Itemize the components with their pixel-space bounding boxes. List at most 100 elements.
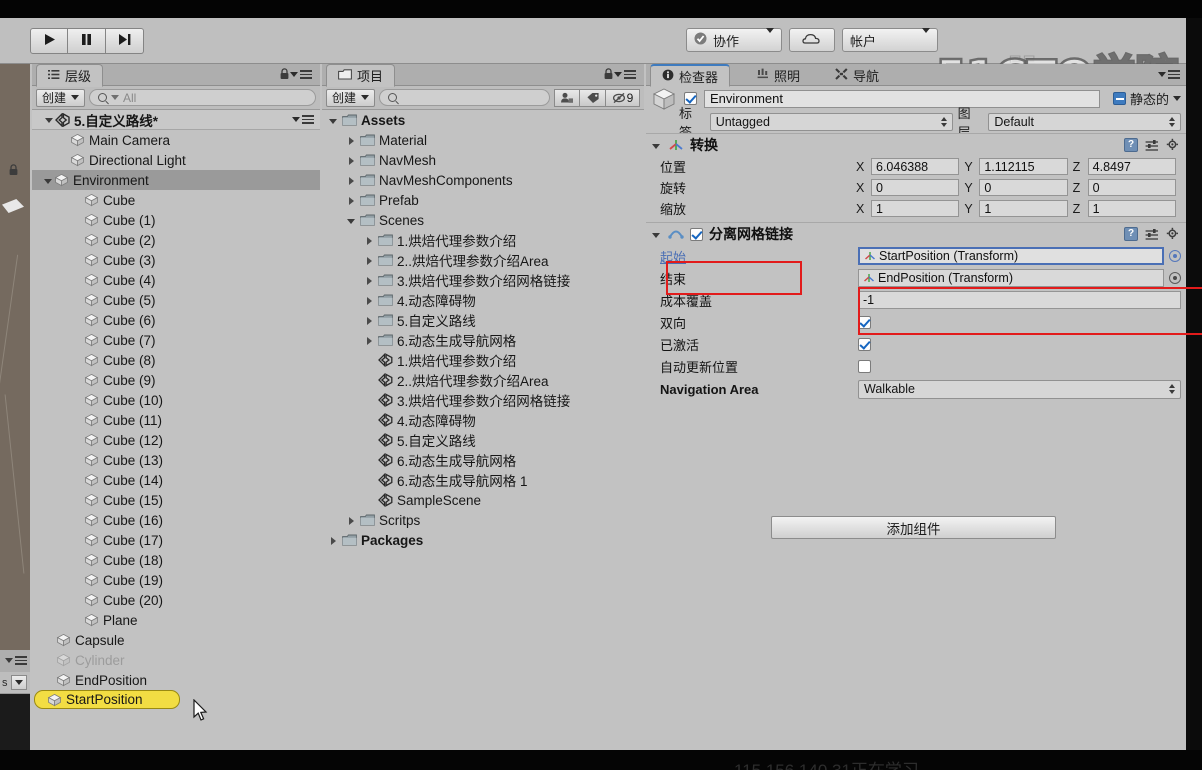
pause-button[interactable] (68, 28, 106, 54)
hierarchy-item-cube-5[interactable]: Cube (5) (32, 290, 320, 310)
end-object-picker-icon[interactable] (1169, 272, 1181, 284)
hierarchy-item-cube-9[interactable]: Cube (9) (32, 370, 320, 390)
filter-hidden-icon[interactable]: 9 (606, 88, 640, 107)
chevron-down-icon[interactable] (44, 114, 55, 125)
object-name-field[interactable]: Environment (704, 89, 1100, 108)
hierarchy-search-input[interactable]: All (89, 89, 316, 106)
project-tree[interactable]: Assets Material NavMesh NavMeshComponents Pr… (322, 110, 644, 750)
scene-context-menu-icon[interactable] (292, 115, 314, 124)
project-search-input[interactable] (379, 89, 550, 106)
hierarchy-item-cube-6[interactable]: Cube (6) (32, 310, 320, 330)
project-item-2-area[interactable]: 2..烘焙代理参数介绍Area (322, 370, 644, 390)
chevron-right-icon[interactable] (364, 315, 375, 326)
chevron-right-icon[interactable] (346, 155, 357, 166)
project-lock-icon[interactable] (603, 68, 614, 80)
project-item-3[interactable]: 3.烘焙代理参数介绍网格链接 (322, 390, 644, 410)
tag-dropdown[interactable]: Untagged (709, 113, 953, 131)
chevron-right-icon[interactable] (364, 335, 375, 346)
activated-checkbox[interactable] (858, 337, 871, 351)
lock-icon[interactable] (8, 164, 19, 176)
help-icon[interactable]: ? (1124, 138, 1138, 152)
chevron-right-icon[interactable] (364, 275, 375, 286)
hierarchy-create-button[interactable]: 创建 (36, 88, 86, 107)
chevron-down-icon[interactable] (346, 215, 357, 226)
chevron-down-icon[interactable] (10, 675, 27, 690)
transform-position-z-field[interactable]: 4.8497 (1087, 158, 1176, 175)
project-item-1[interactable]: 1.烘焙代理参数介绍 (322, 230, 644, 250)
chevron-down-icon[interactable] (651, 140, 662, 151)
cloud-button[interactable] (789, 28, 835, 52)
tab-project[interactable]: 项目 (326, 64, 396, 87)
chevron-down-icon[interactable] (1173, 96, 1181, 101)
chevron-right-icon[interactable] (346, 515, 357, 526)
project-item-2-area[interactable]: 2..烘焙代理参数介绍Area (322, 250, 644, 270)
tab-inspector[interactable]: 检查器 (650, 64, 731, 87)
hierarchy-item-cube-20[interactable]: Cube (20) (32, 590, 320, 610)
hierarchy-scene-root[interactable]: 5.自定义路线* (32, 110, 320, 130)
filter-by-label-icon[interactable] (580, 88, 606, 107)
hierarchy-item-cube-18[interactable]: Cube (18) (32, 550, 320, 570)
project-menu-icon[interactable] (614, 70, 636, 79)
project-item-4[interactable]: 4.动态障碍物 (322, 290, 644, 310)
hierarchy-item-cube-7[interactable]: Cube (7) (32, 330, 320, 350)
project-item-prefab[interactable]: Prefab (322, 190, 644, 210)
cost-override-field[interactable]: -1 (858, 291, 1181, 309)
hierarchy-item-main-camera[interactable]: Main Camera (32, 130, 320, 150)
transform-scale-z-field[interactable]: 1 (1087, 200, 1176, 217)
hierarchy-item-cube-4[interactable]: Cube (4) (32, 270, 320, 290)
project-item-3[interactable]: 3.烘焙代理参数介绍网格链接 (322, 270, 644, 290)
transform-position-y-field[interactable]: 1.112115 (979, 158, 1068, 175)
chevron-right-icon[interactable] (346, 175, 357, 186)
transform-scale-x-field[interactable]: 1 (871, 200, 960, 217)
play-button[interactable] (30, 28, 68, 54)
bidirectional-checkbox[interactable] (858, 315, 871, 329)
tab-hierarchy[interactable]: 层级 (36, 64, 104, 87)
transform-component-header[interactable]: 转换 ? (646, 133, 1186, 156)
chevron-right-icon[interactable] (364, 295, 375, 306)
hierarchy-item-cube-2[interactable]: Cube (2) (32, 230, 320, 250)
hierarchy-item-cylinder[interactable]: Cylinder (32, 650, 320, 670)
inspector-menu-icon[interactable] (1158, 70, 1180, 79)
tab-lighting[interactable]: 照明 (746, 64, 811, 86)
scene-view-partial[interactable] (0, 64, 30, 650)
offmeshlink-component-header[interactable]: 分离网格链接 ? (646, 222, 1186, 245)
transform-rotation-y-field[interactable]: 0 (979, 179, 1068, 196)
project-item-1[interactable]: 1.烘焙代理参数介绍 (322, 350, 644, 370)
hierarchy-item-cube-3[interactable]: Cube (3) (32, 250, 320, 270)
project-item-4[interactable]: 4.动态障碍物 (322, 410, 644, 430)
project-item-scritps[interactable]: Scritps (322, 510, 644, 530)
chevron-right-icon[interactable] (346, 135, 357, 146)
hierarchy-item-directional-light[interactable]: Directional Light (32, 150, 320, 170)
navigation-area-dropdown[interactable]: Walkable (858, 379, 1181, 399)
project-item-6-1[interactable]: 6.动态生成导航网格 1 (322, 470, 644, 490)
project-item-samplescene[interactable]: SampleScene (322, 490, 644, 510)
console-clear-label[interactable]: s (0, 677, 8, 689)
end-object-field[interactable]: EndPosition (Transform) (858, 269, 1164, 287)
project-item-material[interactable]: Material (322, 130, 644, 150)
hierarchy-lock-icon[interactable] (279, 68, 290, 80)
gear-icon[interactable] (1166, 227, 1180, 241)
hierarchy-item-cube-14[interactable]: Cube (14) (32, 470, 320, 490)
transform-rotation-x-field[interactable]: 0 (871, 179, 960, 196)
hierarchy-item-cube-17[interactable]: Cube (17) (32, 530, 320, 550)
hierarchy-item-endposition[interactable]: EndPosition (32, 670, 320, 690)
project-item-5[interactable]: 5.自定义路线 (322, 310, 644, 330)
hierarchy-menu-icon[interactable] (290, 70, 312, 79)
project-item-navmeshcomponents[interactable]: NavMeshComponents (322, 170, 644, 190)
hierarchy-item-cube-12[interactable]: Cube (12) (32, 430, 320, 450)
help-icon[interactable]: ? (1124, 227, 1138, 241)
transform-rotation-z-field[interactable]: 0 (1087, 179, 1176, 196)
chevron-right-icon[interactable] (364, 235, 375, 246)
gear-icon[interactable] (1166, 138, 1180, 152)
chevron-down-icon[interactable] (328, 115, 339, 126)
project-item-scenes[interactable]: Scenes (322, 210, 644, 230)
hierarchy-item-cube-19[interactable]: Cube (19) (32, 570, 320, 590)
hierarchy-item-capsule[interactable]: Capsule (32, 630, 320, 650)
hierarchy-tree[interactable]: 5.自定义路线* Main Camera Directional Light Env… (32, 110, 320, 750)
project-create-button[interactable]: 创建 (326, 88, 376, 107)
add-component-button[interactable]: 添加组件 (771, 516, 1056, 539)
offmeshlink-enabled-checkbox[interactable] (690, 227, 703, 241)
hierarchy-item-environment[interactable]: Environment (32, 170, 320, 190)
hierarchy-item-cube-16[interactable]: Cube (16) (32, 510, 320, 530)
console-panel-menu-icon[interactable] (5, 656, 27, 665)
